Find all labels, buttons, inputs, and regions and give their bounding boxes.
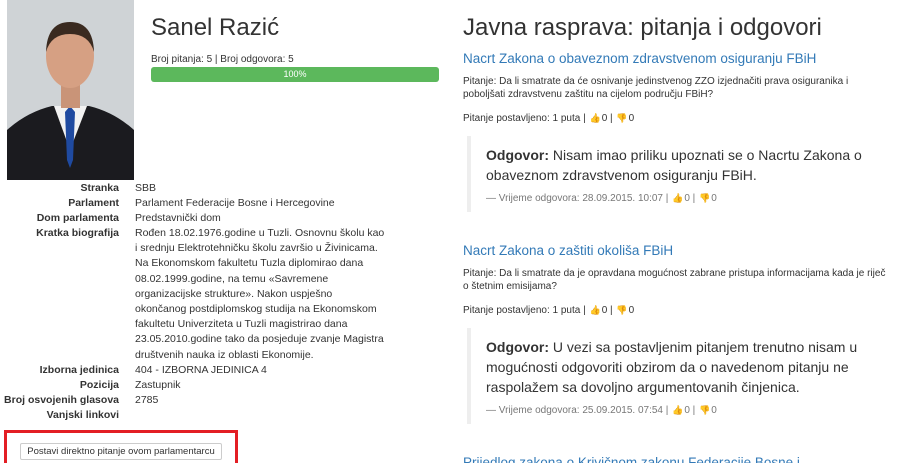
info-value: Rođen 18.02.1976.godine u Tuzli. Osnovnu… — [135, 227, 385, 361]
question-item: Nacrt Zakona o obaveznom zdravstvenom os… — [463, 51, 893, 212]
info-label: Parlament — [68, 197, 119, 209]
info-row-electoral-unit: Izborna jedinica 404 - IZBORNA JEDINICA … — [0, 363, 445, 378]
info-value — [135, 408, 385, 423]
discussion-title: Javna rasprava: pitanja i odgovori — [463, 14, 822, 41]
thumbs-up-icon[interactable]: 👍 — [589, 305, 600, 316]
dislike-count: 0 — [628, 113, 635, 124]
answer-block: Odgovor: U vezi sa postavljenim pitanjem… — [467, 328, 893, 424]
info-label: Pozicija — [79, 378, 119, 391]
dislike-count: 0 — [711, 193, 717, 204]
info-value: Parlament Federacije Bosne i Hercegovine — [135, 197, 335, 209]
discussion-panel: Javna rasprava: pitanja i odgovori Nacrt… — [463, 0, 912, 463]
answer-time: — Vrijeme odgovora: 28.09.2015. 10:07 — [486, 193, 663, 204]
question-text: Pitanje: Da li smatrate da će osnivanje … — [463, 76, 849, 100]
question-meta: Pitanje postavljeno: 1 puta | 👍0 | 👎0 — [463, 113, 635, 124]
info-value: 2785 — [135, 393, 159, 406]
thumbs-down-icon[interactable]: 👎 — [699, 405, 710, 416]
info-row-party: Stranka SBB — [0, 181, 445, 196]
answer-label: Odgovor: — [486, 147, 549, 163]
info-label: Dom parlamenta — [36, 212, 119, 224]
asked-count: Pitanje postavljeno: 1 puta — [463, 113, 581, 124]
dislike-count: 0 — [628, 305, 635, 316]
info-value: Predstavnički dom — [135, 212, 221, 224]
answer-meta: — Vrijeme odgovora: 25.09.2015. 07:54 | … — [486, 405, 717, 416]
answer-text: Odgovor: U vezi sa postavljenim pitanjem… — [486, 337, 893, 397]
profile-name: Sanel Razić — [151, 14, 280, 41]
profile-photo — [7, 0, 134, 180]
question-meta: Pitanje postavljeno: 1 puta | 👍0 | 👎0 — [463, 305, 635, 316]
answer-time: — Vrijeme odgovora: 25.09.2015. 07:54 — [486, 405, 663, 416]
question-answer-counts: Broj pitanja: 5 | Broj odgovora: 5 — [151, 54, 294, 65]
law-link-partial[interactable]: Prijedlog zakona o Krivičnom zakonu Fede… — [463, 455, 800, 463]
answer-progress-bar: 100% — [151, 67, 439, 82]
info-row-votes: Broj osvojenih glasova 2785 — [0, 393, 445, 408]
like-count: 0 — [684, 405, 690, 416]
info-row-parliament: Parlament Parlament Federacije Bosne i H… — [0, 196, 445, 211]
info-row-position: Pozicija Zastupnik — [0, 378, 445, 393]
answer-block: Odgovor: Nisam imao priliku upoznati se … — [467, 136, 893, 212]
info-label: Kratka biografija — [36, 227, 119, 239]
info-label: Broj osvojenih glasova — [4, 393, 119, 406]
profile-panel: Sanel Razić Broj pitanja: 5 | Broj odgov… — [0, 0, 450, 463]
info-row-biography: Kratka biografija Rođen 18.02.1976.godin… — [0, 226, 445, 363]
thumbs-up-icon[interactable]: 👍 — [672, 405, 683, 416]
info-row-external-links: Vanjski linkovi — [0, 408, 445, 423]
info-label: Izborna jedinica — [39, 363, 119, 376]
dislike-count: 0 — [711, 405, 717, 416]
answer-text: Odgovor: Nisam imao priliku upoznati se … — [486, 145, 893, 185]
direct-question-button[interactable]: Postavi direktno pitanje ovom parlamenta… — [20, 443, 222, 460]
question-item: Nacrt Zakona o zaštiti okoliša FBiH Pita… — [463, 243, 893, 424]
thumbs-down-icon[interactable]: 👎 — [616, 305, 627, 316]
info-row-house: Dom parlamenta Predstavnički dom — [0, 211, 445, 226]
answer-label: Odgovor: — [486, 339, 549, 355]
profile-info-list: Stranka SBB Parlament Parlament Federaci… — [0, 181, 445, 423]
like-count: 0 — [601, 113, 608, 124]
answer-meta: — Vrijeme odgovora: 28.09.2015. 10:07 | … — [486, 193, 717, 204]
thumbs-up-icon[interactable]: 👍 — [589, 113, 600, 124]
person-photo-icon — [7, 0, 134, 180]
law-link[interactable]: Nacrt Zakona o zaštiti okoliša FBiH — [463, 243, 893, 258]
thumbs-up-icon[interactable]: 👍 — [672, 193, 683, 204]
info-label: Stranka — [80, 182, 119, 194]
thumbs-down-icon[interactable]: 👎 — [699, 193, 710, 204]
info-value: SBB — [135, 182, 157, 194]
direct-question-button-highlight: Postavi direktno pitanje ovom parlamenta… — [4, 430, 238, 463]
like-count: 0 — [601, 305, 608, 316]
info-value: 404 - IZBORNA JEDINICA 4 — [135, 363, 267, 376]
thumbs-down-icon[interactable]: 👎 — [616, 113, 627, 124]
question-text: Pitanje: Da li smatrate da je opravdana … — [463, 268, 886, 292]
law-link[interactable]: Nacrt Zakona o obaveznom zdravstvenom os… — [463, 51, 893, 66]
answer-progress-fill: 100% — [151, 67, 439, 82]
info-label: Vanjski linkovi — [46, 408, 119, 421]
asked-count: Pitanje postavljeno: 1 puta — [463, 305, 581, 316]
like-count: 0 — [684, 193, 690, 204]
info-value: Zastupnik — [135, 378, 181, 391]
